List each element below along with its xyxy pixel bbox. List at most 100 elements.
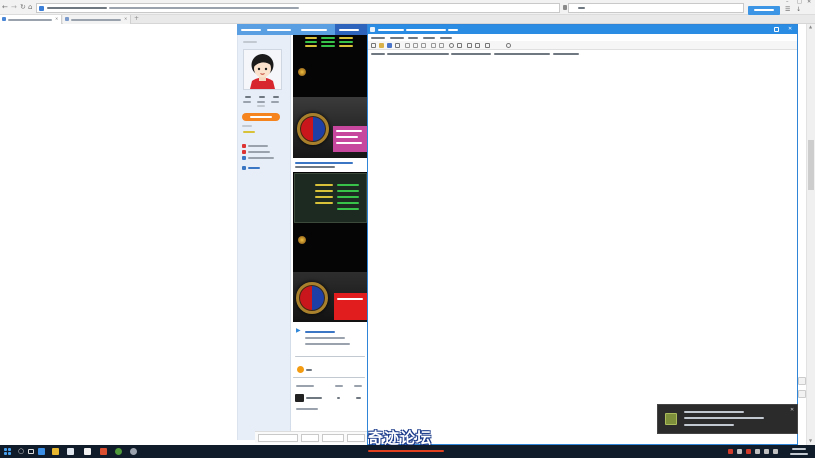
bottom-input[interactable] [258,434,298,442]
forum-bottom-bar [255,431,367,443]
menu-item[interactable] [423,37,435,39]
download-icon[interactable]: ↓ [796,7,801,13]
close-icon[interactable]: ✕ [788,27,792,32]
taskbar-app-icon[interactable] [84,448,91,455]
user-info-link[interactable] [248,167,260,169]
post-meta-link[interactable] [305,331,335,333]
reward-user-thumbnail[interactable] [295,394,304,402]
tab-title [8,19,52,21]
notepad-text-area[interactable] [368,50,797,444]
notepad-text-line [494,53,550,55]
zoom-icon[interactable] [467,43,472,48]
paste-icon[interactable] [421,43,426,48]
taskbar-app-icon[interactable] [130,448,137,455]
maximize-icon[interactable] [774,27,779,32]
game-stat-text [315,202,333,204]
back-to-top-icon[interactable] [798,377,806,385]
close-icon[interactable]: ✕ [807,0,811,5]
home-icon[interactable]: ⌂ [28,4,32,11]
orb-icon [296,282,328,314]
tab-favicon-icon [2,17,6,21]
notepad-titlebar[interactable]: ✕ [368,25,797,34]
avatar[interactable] [243,49,282,90]
close-icon[interactable]: ✕ [790,408,794,413]
wrap-icon[interactable] [475,43,480,48]
taskbar-app-icon[interactable] [67,448,74,455]
find-icon[interactable] [449,43,454,48]
cut-icon[interactable] [405,43,410,48]
user-info-icon [242,144,246,148]
feedback-icon[interactable] [798,390,806,398]
post-caption-link[interactable] [295,162,353,164]
clock-text[interactable] [790,453,808,455]
game-stat-text [305,45,317,47]
save-icon[interactable] [387,43,392,48]
browser-action-button[interactable] [748,6,780,15]
undo-icon[interactable] [431,43,436,48]
taskbar-app-icon[interactable] [100,448,107,455]
redo-icon[interactable] [439,43,444,48]
tab-inactive[interactable]: ✕ [63,15,131,24]
bottom-input[interactable] [347,434,365,442]
copy-icon[interactable] [413,43,418,48]
start-logo-pane [8,452,11,455]
taskbar-app-icon[interactable] [52,448,59,455]
scroll-up-icon[interactable]: ▲ [809,25,812,29]
reward-user-name[interactable] [306,397,322,399]
menu-item[interactable] [371,37,385,39]
tray-icon[interactable] [746,449,751,454]
toast-notification[interactable]: ✕ [657,404,798,434]
browser-action-label [754,9,774,11]
page-scrollbar[interactable]: ▲ ▼ [806,24,815,445]
search-input[interactable] [568,3,744,13]
replace-icon[interactable] [457,43,462,48]
orange-button[interactable] [242,113,280,121]
menu-item[interactable] [408,37,418,39]
minimize-icon[interactable]: – [786,0,789,5]
print-icon[interactable] [395,43,400,48]
address-bar[interactable] [36,3,560,13]
clock-text[interactable] [792,448,806,450]
forum-header-tab-active[interactable] [335,24,367,35]
forum-header-tab[interactable] [301,29,327,31]
forward-icon[interactable]: → [11,4,17,11]
post-meta-text [305,337,345,339]
task-view-icon[interactable] [28,449,34,454]
tab-close-icon[interactable]: ✕ [55,17,58,21]
scrollbar-thumb[interactable] [808,140,814,190]
tray-icon[interactable] [728,449,733,454]
red-panel [334,293,367,320]
new-tab-icon[interactable]: + [134,16,139,22]
tray-icon[interactable] [737,449,742,454]
maximize-icon[interactable]: □ [797,0,802,5]
post-flag-icon: ▶ [296,327,301,334]
post-screenshot-2 [293,172,367,322]
refresh-icon[interactable]: ↻ [20,4,26,11]
tab-close-icon[interactable]: ✕ [124,17,127,21]
tray-icon[interactable] [773,449,778,454]
search-icon[interactable]: ○ [18,448,24,455]
notepad-text-line [387,53,449,55]
address-url-text [109,7,299,9]
search-engine-icon[interactable] [563,5,567,10]
taskbar-app-icon[interactable] [38,448,45,455]
menu-item[interactable] [440,37,452,39]
new-file-icon[interactable] [371,43,376,48]
notepad-text-line [371,53,385,55]
tray-icon[interactable] [755,449,760,454]
font-icon[interactable] [485,43,490,48]
forum-header-tab[interactable] [267,29,291,31]
scroll-down-icon[interactable]: ▼ [809,439,812,443]
bottom-input[interactable] [301,434,319,442]
windows-start-icon[interactable] [4,448,12,456]
tray-icon[interactable] [764,449,769,454]
menu-icon[interactable]: ☰ [785,7,790,13]
help-icon[interactable] [506,43,511,48]
bottom-input[interactable] [322,434,344,442]
menu-item[interactable] [390,37,404,39]
back-icon[interactable]: ← [2,4,8,11]
open-file-icon[interactable] [379,43,384,48]
tab-active[interactable]: ✕ [0,15,62,24]
taskbar-app-icon[interactable] [115,448,122,455]
forum-header-tab[interactable] [241,29,261,31]
